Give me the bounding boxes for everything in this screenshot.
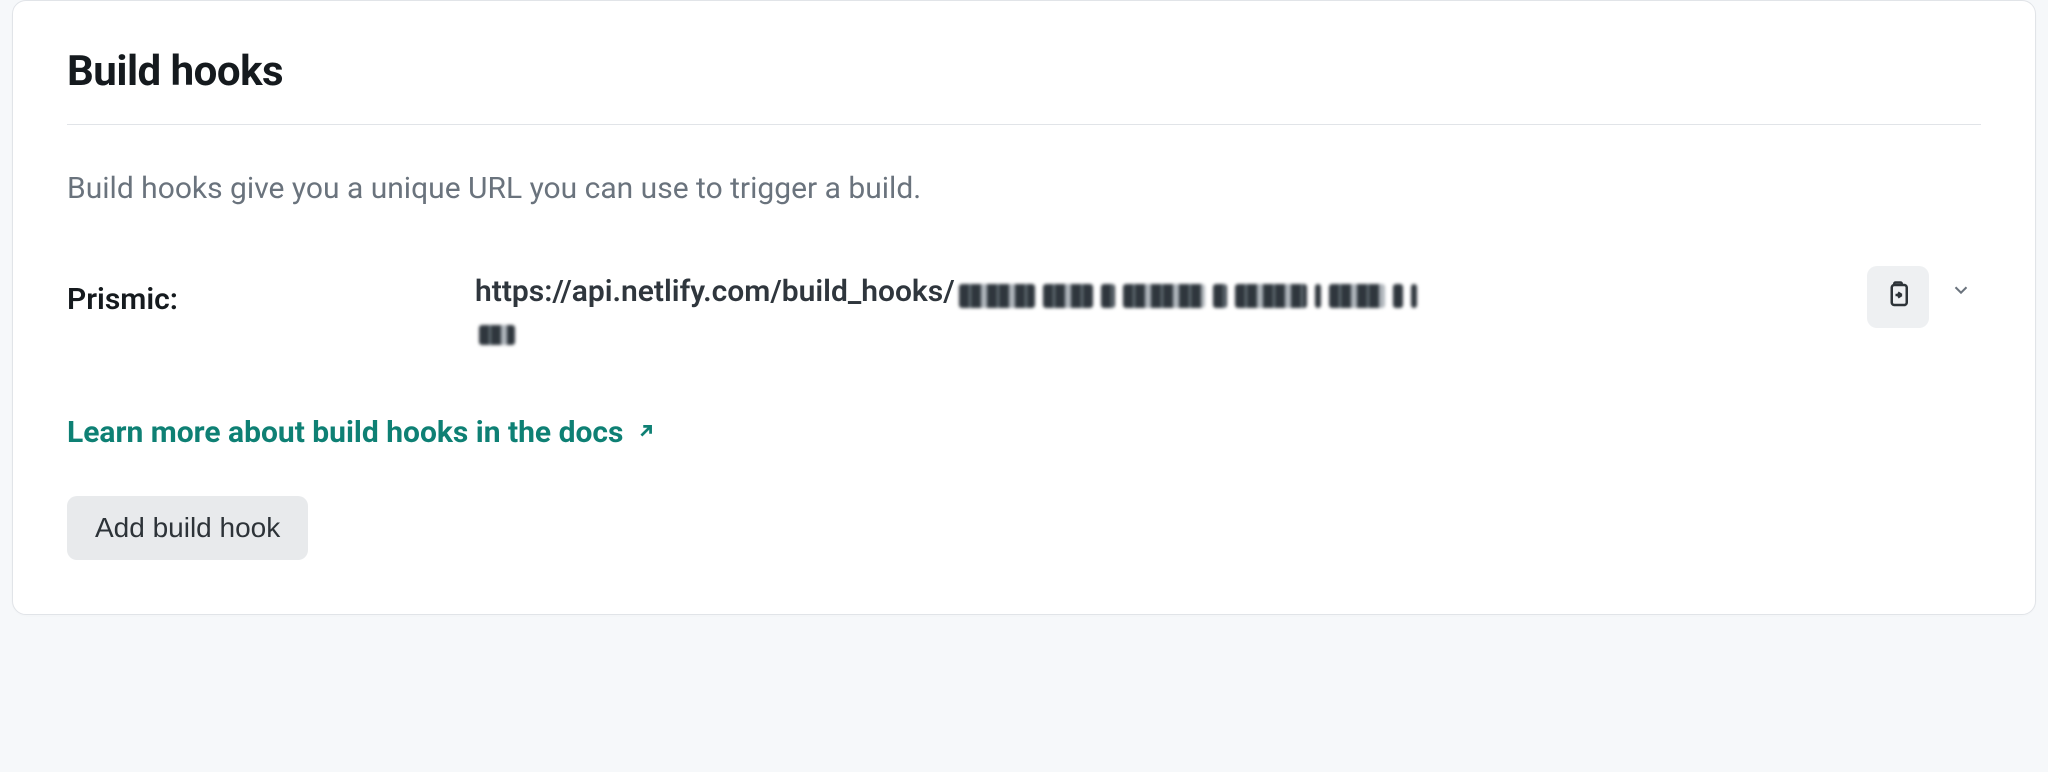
build-hook-url-redacted	[955, 286, 1421, 305]
chevron-down-icon	[1950, 279, 1972, 304]
external-link-icon	[635, 415, 657, 450]
section-divider	[67, 124, 1981, 125]
build-hook-row: Prismic: https://api.netlify.com/build_h…	[67, 270, 1981, 346]
clipboard-icon	[1883, 280, 1913, 313]
build-hook-url-wrap: https://api.netlify.com/build_hooks/	[475, 270, 1981, 346]
section-title: Build hooks	[67, 47, 1981, 96]
expand-hook-button[interactable]	[1941, 272, 1981, 312]
docs-link-label: Learn more about build hooks in the docs	[67, 415, 623, 450]
add-build-hook-button[interactable]: Add build hook	[67, 496, 308, 560]
build-hook-url-prefix: https://api.netlify.com/build_hooks/	[475, 274, 955, 309]
section-description: Build hooks give you a unique URL you ca…	[67, 169, 1981, 210]
copy-url-button[interactable]	[1867, 266, 1929, 328]
build-hook-name: Prismic:	[67, 270, 459, 317]
docs-link[interactable]: Learn more about build hooks in the docs	[67, 415, 657, 450]
build-hooks-card: Build hooks Build hooks give you a uniqu…	[12, 0, 2036, 615]
